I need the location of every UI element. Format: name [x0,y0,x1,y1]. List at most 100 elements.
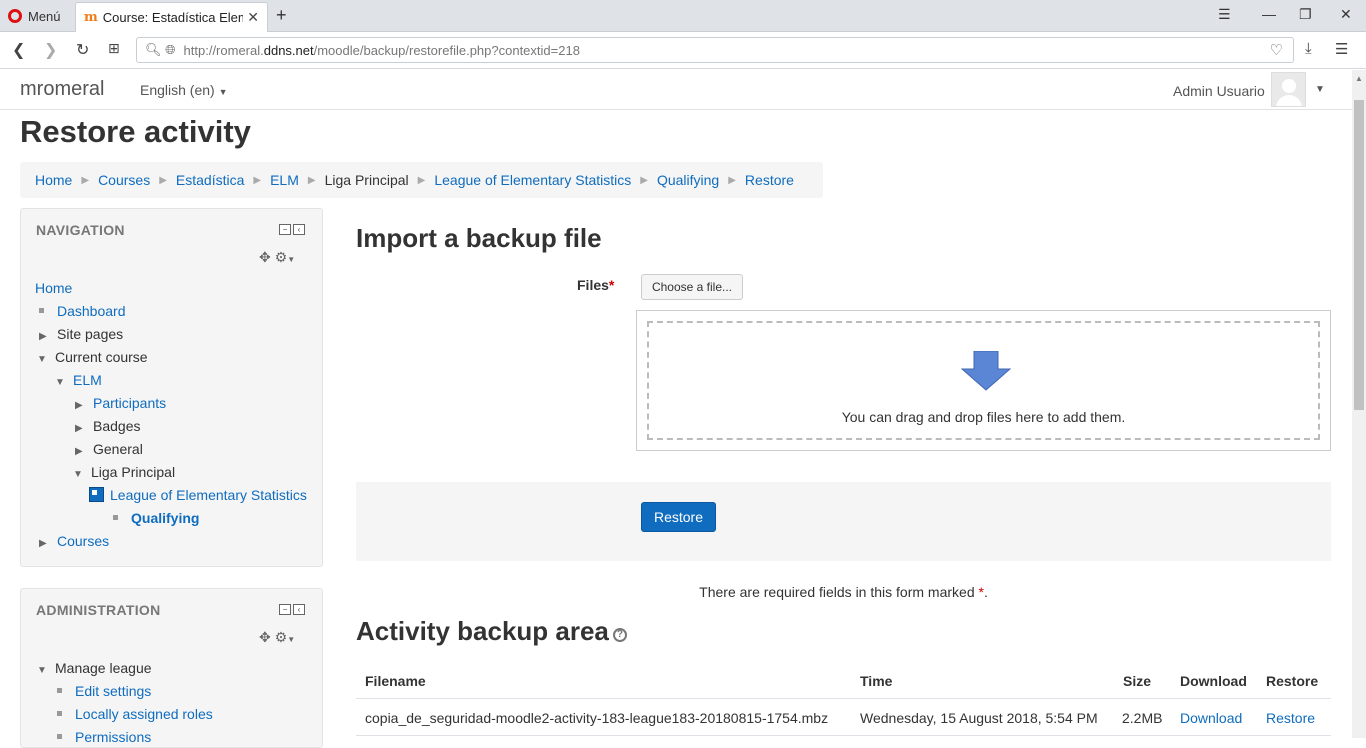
admin-permissions[interactable]: Permissions [75,729,151,745]
tab-title: Course: Estadística Elemental [102,10,243,25]
language-menu[interactable]: English (en) ▼ [140,82,228,98]
tab-menu-icon[interactable]: ☰ [1218,6,1231,23]
url-input[interactable]: 🔍︎ 🌐︎ http://romeral. ddns.net/moodle/bac… [136,37,1294,63]
dock-block-icon[interactable]: ‹ [293,604,305,615]
moodle-navbar: mromeral English (en) ▼ Admin Usuario ▼ [0,70,1352,110]
breadcrumb-estadistica[interactable]: Estadística [176,172,244,188]
expand-arrow-icon[interactable]: ▶ [75,400,93,411]
site-brand[interactable]: mromeral [20,78,104,101]
window-close-icon[interactable]: ✕ [1340,6,1352,23]
help-icon[interactable]: ? [612,628,627,642]
opera-menu-button[interactable]: Menú [8,6,61,26]
language-label: English (en) [140,82,215,98]
nav-badges[interactable]: Badges [93,418,140,434]
nav-elm[interactable]: ELM [73,372,102,388]
opera-menu-label: Menú [28,8,61,24]
block-move-actions[interactable]: ✥ ⚙▼ [259,629,295,646]
row-download-link[interactable]: Download [1180,710,1242,726]
row-restore-link[interactable]: Restore [1266,710,1315,726]
user-menu-caret-icon[interactable]: ▼ [1315,84,1325,95]
block-move-actions[interactable]: ✥ ⚙▼ [259,249,295,266]
page-scrollbar[interactable]: ▲ [1352,70,1366,738]
back-icon[interactable]: ❮ [12,40,25,60]
col-restore: Restore [1266,673,1319,689]
bullet-icon [57,711,62,717]
navigation-block: NAVIGATION − ‹ ✥ ⚙▼ Home Dashboard ▶ Site… [20,208,323,567]
breadcrumb-elm[interactable]: ELM [270,172,299,188]
gear-icon[interactable]: ⚙ [275,249,288,265]
nav-league[interactable]: League of Elementary Statistics [110,487,307,503]
admin-locally-assigned-roles[interactable]: Locally assigned roles [75,706,213,722]
breadcrumb: Home ▶ Courses ▶ Estadística ▶ ELM ▶ Lig… [20,162,823,198]
col-time: Time [860,673,893,689]
nav-current-course[interactable]: Current course [55,349,148,365]
restore-button[interactable]: Restore [641,502,716,532]
minimize-icon[interactable]: — [1262,6,1276,22]
maximize-icon[interactable]: ❐ [1299,6,1312,23]
browser-tabbar: Menú m Course: Estadística Elemental ✕ +… [0,0,1366,32]
site-info-icon: 🔍︎ 🌐︎ [145,42,176,57]
browser-tab[interactable]: m Course: Estadística Elemental ✕ [75,2,268,32]
nav-participants[interactable]: Participants [93,395,166,411]
expand-arrow-icon[interactable]: ▶ [39,538,57,549]
dock-block-icon[interactable]: ‹ [293,224,305,235]
scroll-thumb[interactable] [1354,100,1364,410]
nav-general[interactable]: General [93,441,143,457]
expand-arrow-icon[interactable]: ▶ [75,446,93,457]
avatar[interactable] [1271,72,1306,107]
drop-area[interactable]: You can drag and drop files here to add … [647,321,1320,440]
breadcrumb-separator-icon: ▶ [640,174,648,186]
breadcrumb-separator-icon: ▶ [159,174,167,186]
move-icon[interactable]: ✥ [259,629,271,645]
collapse-block-icon[interactable]: − [279,224,291,235]
url-path: /moodle/backup/restorefile.php?contextid… [313,42,580,58]
collapse-arrow-icon[interactable]: ▼ [37,354,55,365]
bullet-icon [39,308,44,314]
drop-hint-text: You can drag and drop files here to add … [841,409,1126,425]
breadcrumb-home[interactable]: Home [35,172,72,188]
downloads-icon[interactable]: ⤓ [1305,40,1312,57]
required-note-end: . [983,584,988,600]
breadcrumb-qualifying[interactable]: Qualifying [657,172,719,188]
row-filename: copia_de_seguridad-moodle2-activity-183-… [365,710,829,726]
required-fields-note: There are required fields in this form m… [356,584,1331,600]
admin-edit-settings[interactable]: Edit settings [75,683,151,699]
breadcrumb-separator-icon: ▶ [728,174,736,186]
collapse-arrow-icon[interactable]: ▼ [55,377,73,388]
collapse-block-icon[interactable]: − [279,604,291,615]
nav-home[interactable]: Home [35,280,72,296]
expand-arrow-icon[interactable]: ▶ [75,423,93,434]
nav-courses[interactable]: Courses [57,533,109,549]
breadcrumb-restore[interactable]: Restore [745,172,794,188]
nav-qualifying[interactable]: Qualifying [131,510,199,526]
choose-file-button[interactable]: Choose a file... [641,274,743,300]
gear-icon[interactable]: ⚙ [275,629,288,645]
tab-close-icon[interactable]: ✕ [247,9,259,26]
bookmark-heart-icon[interactable]: ♡ [1270,41,1283,59]
speed-dial-icon[interactable]: ⊞ [108,40,120,57]
row-time: Wednesday, 15 August 2018, 5:54 PM [860,710,1098,726]
file-drop-zone[interactable]: You can drag and drop files here to add … [636,310,1331,451]
backup-table-header: Filename Time Size Download Restore [356,662,1331,699]
breadcrumb-league[interactable]: League of Elementary Statistics [434,172,631,188]
new-tab-icon[interactable]: + [276,5,287,26]
expand-arrow-icon[interactable]: ▶ [39,331,57,342]
admin-manage-league[interactable]: Manage league [55,660,152,676]
move-icon[interactable]: ✥ [259,249,271,265]
reload-icon[interactable]: ↻ [76,40,89,60]
bullet-icon [113,515,118,521]
scroll-up-icon[interactable]: ▲ [1355,74,1363,83]
nav-site-pages[interactable]: Site pages [57,326,123,342]
collapse-arrow-icon[interactable]: ▼ [37,665,55,676]
easy-setup-icon[interactable]: ☰ [1335,40,1348,58]
user-name[interactable]: Admin Usuario [1173,83,1265,99]
collapse-arrow-icon[interactable]: ▼ [73,469,91,480]
forward-icon[interactable]: ❯ [44,40,57,60]
breadcrumb-separator-icon: ▶ [81,174,90,186]
nav-liga-principal[interactable]: Liga Principal [91,464,175,480]
nav-dashboard[interactable]: Dashboard [57,303,126,319]
opera-logo-icon [8,9,22,23]
breadcrumb-courses[interactable]: Courses [98,172,150,188]
col-filename: Filename [365,673,426,689]
breadcrumb-separator-icon: ▶ [417,174,426,186]
